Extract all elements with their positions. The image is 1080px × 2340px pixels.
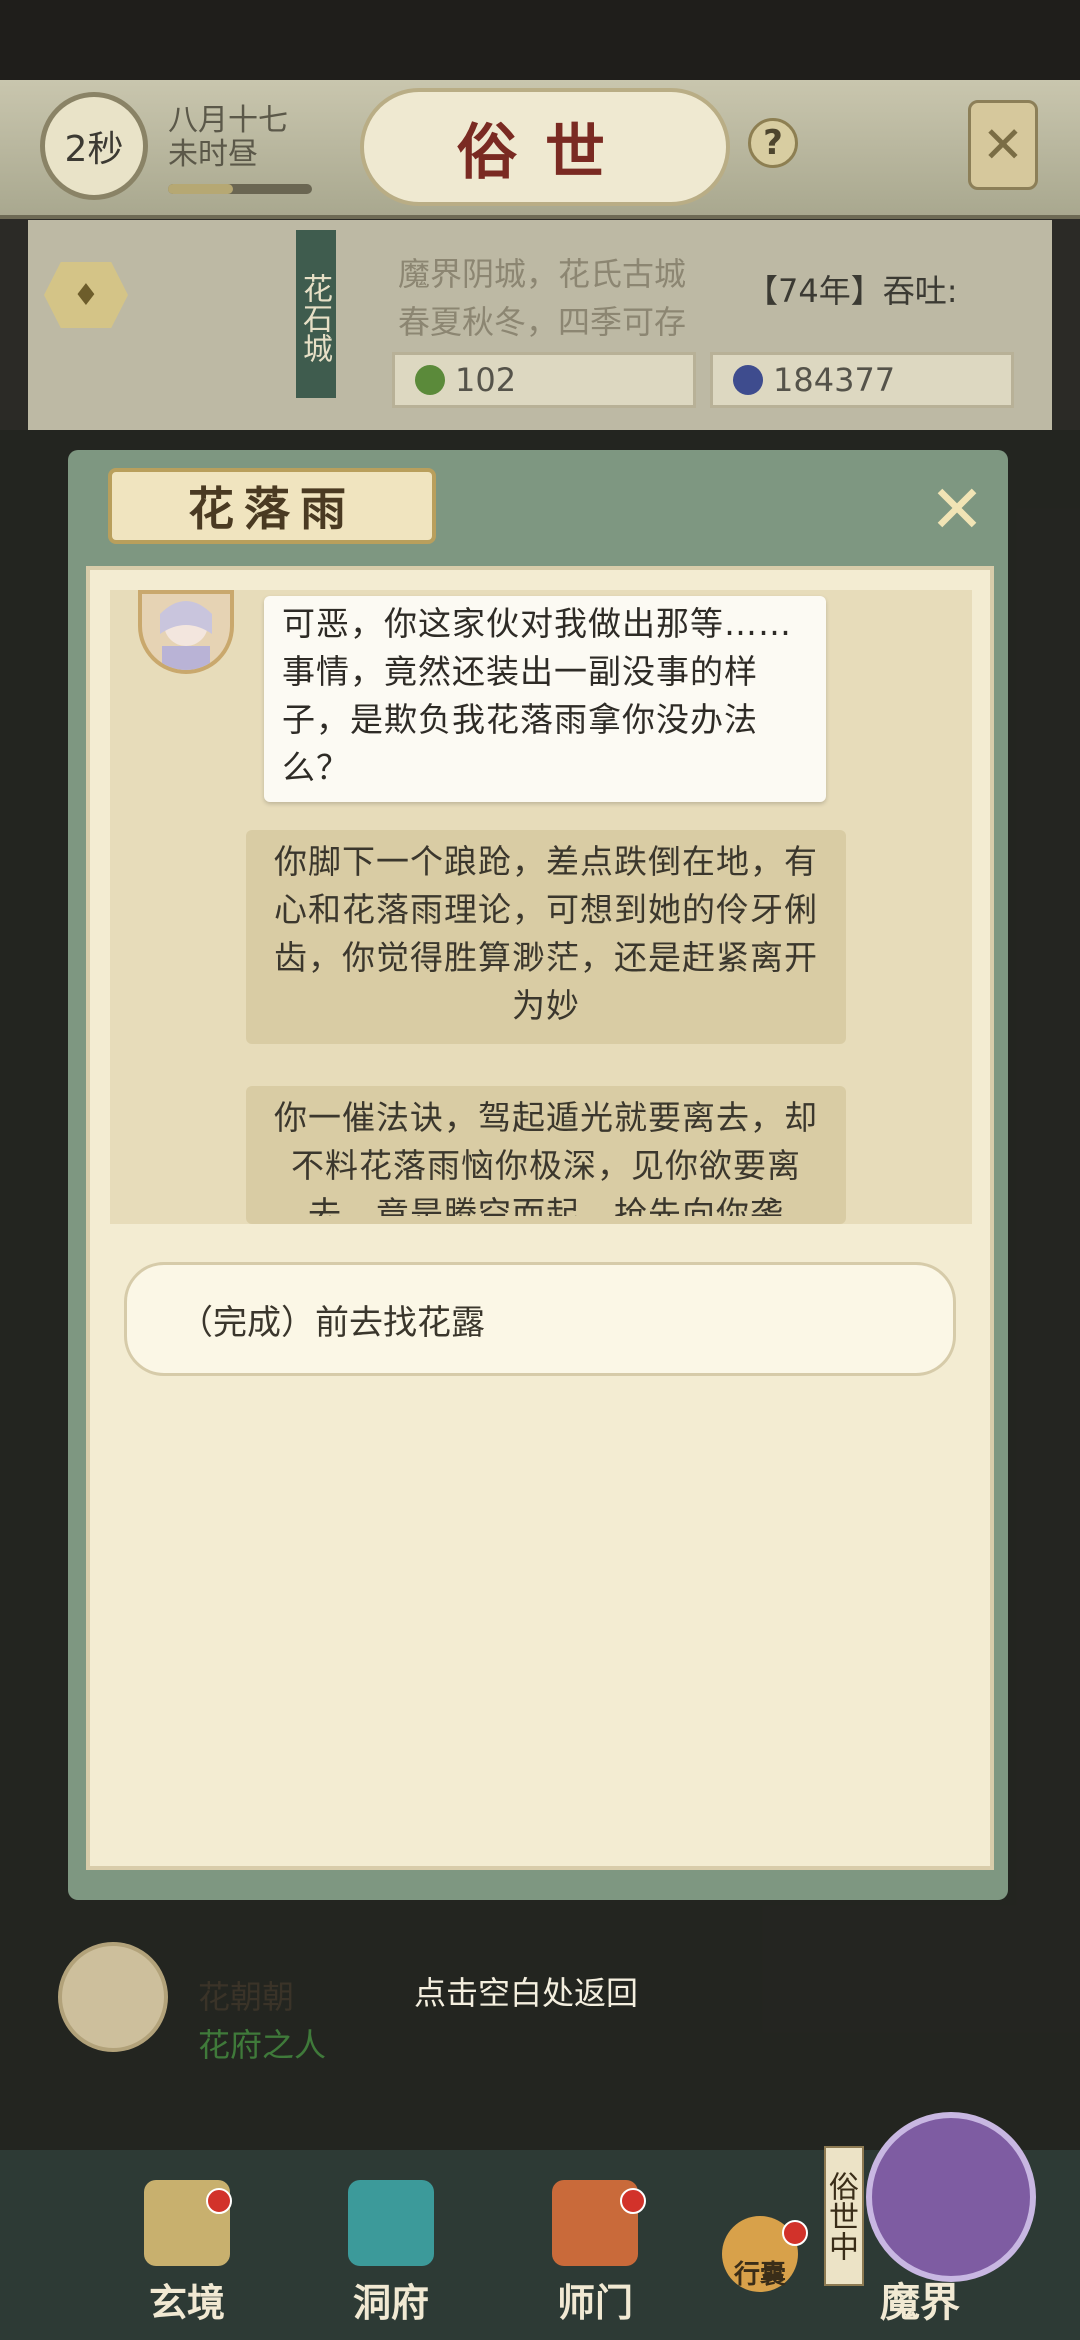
speech-text: 可恶，你这家伙对我做出那等……事情，竟然还装出一副没事的样子，是欺负我花落雨拿你… [282,604,792,787]
location-vertical-name: 花石城 [296,230,336,398]
stat-spirit-value: 184377 [773,361,896,399]
dialog-close-button[interactable]: ✕ [922,471,992,548]
nav-label: 玄境 [148,2280,225,2325]
stat-herb-value: 102 [455,361,517,399]
nav-label: 师门 [556,2280,633,2325]
girl-portrait-icon [160,601,212,670]
location-desc-line-2: 春夏秋冬，四季可存 [398,303,687,341]
narration-text-2: 你一催法诀，驾起遁光就要离去，却不料花落雨恼你极深，见你欲要离去，竟是腾空而起，… [274,1098,818,1216]
help-button[interactable]: ? [748,118,798,168]
tap-to-return-hint: 点击空白处返回 [414,1974,639,2012]
notification-badge [206,2188,232,2214]
nav-dongfu[interactable]: 洞府 [326,2180,456,2330]
close-icon: ✕ [982,116,1024,174]
narration-text-1: 你脚下一个踉跄，差点跌倒在地，有心和花落雨理论，可想到她的伶牙俐齿，你觉得胜算渺… [274,842,818,1025]
mojie-status-tag: 俗世中 [823,2146,864,2286]
time-progress-fill [168,184,233,194]
mojie-portal-icon[interactable] [866,2112,1036,2282]
pavilion-icon [348,2180,434,2266]
npc-avatar[interactable] [58,1942,168,2052]
notification-badge [782,2220,808,2246]
notification-badge [620,2188,646,2214]
stat-herb: 102 [392,352,696,408]
stat-spirit: 184377 [710,352,1014,408]
date-line-2: 未时昼 [168,137,258,172]
time-progress-bar [168,184,312,194]
nav-label: 行囊 [733,2260,786,2290]
bell-icon[interactable]: ♦ [44,262,128,328]
news-ticker: 【74年】吞吐: [746,272,958,310]
nav-label: 洞府 [352,2280,429,2325]
hud-close-button[interactable]: ✕ [968,100,1038,190]
nav-label-mojie[interactable]: 魔界 [880,2270,960,2328]
speaker-plaque: 花落雨 [108,468,436,544]
npc-name: 花朝朝 [198,1978,295,2016]
npc-role: 花府之人 [198,2026,327,2064]
date-line-1: 八月十七 [168,103,288,138]
location-desc-line-1: 魔界阴城，花氏古城 [398,255,687,293]
nav-xuanjing[interactable]: 玄境 [122,2180,252,2330]
game-date: 八月十七 未时昼 [168,104,288,172]
location-description: 魔界阴城，花氏古城 春夏秋冬，四季可存 [398,250,758,346]
leaf-icon [415,365,445,395]
scene-title: 俗世 [457,117,633,188]
dialog-option-button[interactable]: （完成）前去找花露 [124,1262,956,1376]
timer-badge: 2秒 [40,92,148,200]
speaker-name: 花落雨 [188,482,356,536]
nav-xingnang[interactable]: 行囊 [700,2180,820,2330]
orb-icon [733,365,763,395]
scene-title-plaque: 俗世 [360,88,730,206]
system-status-bar [0,0,1080,80]
close-icon: ✕ [929,470,985,548]
